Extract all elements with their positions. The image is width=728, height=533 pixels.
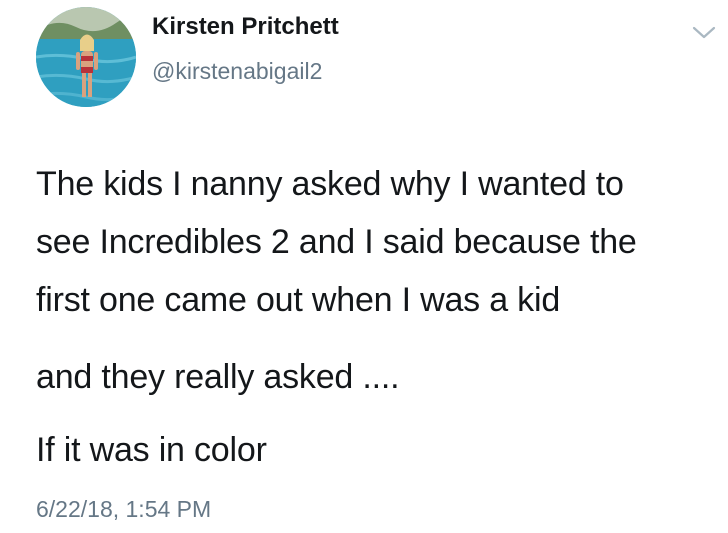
tweet-text-line: The kids I nanny asked why I wanted to xyxy=(36,165,624,203)
chevron-down-icon[interactable] xyxy=(691,25,717,41)
tweet-text-line: see Incredibles 2 and I said because the xyxy=(36,223,637,261)
tweet-card: Kirsten Pritchett @kirstenabigail2 The k… xyxy=(0,0,728,533)
avatar[interactable] xyxy=(36,7,136,107)
profile-photo-icon xyxy=(36,7,136,107)
tweet-text-line: first one came out when I was a kid xyxy=(36,281,561,319)
tweet-timestamp[interactable]: 6/22/18, 1:54 PM xyxy=(36,494,211,524)
author-handle[interactable]: @kirstenabigail2 xyxy=(152,56,322,86)
tweet-text-line: and they really asked .... xyxy=(36,358,400,396)
author-display-name[interactable]: Kirsten Pritchett xyxy=(152,12,339,42)
tweet-text-line: If it was in color xyxy=(36,431,267,469)
